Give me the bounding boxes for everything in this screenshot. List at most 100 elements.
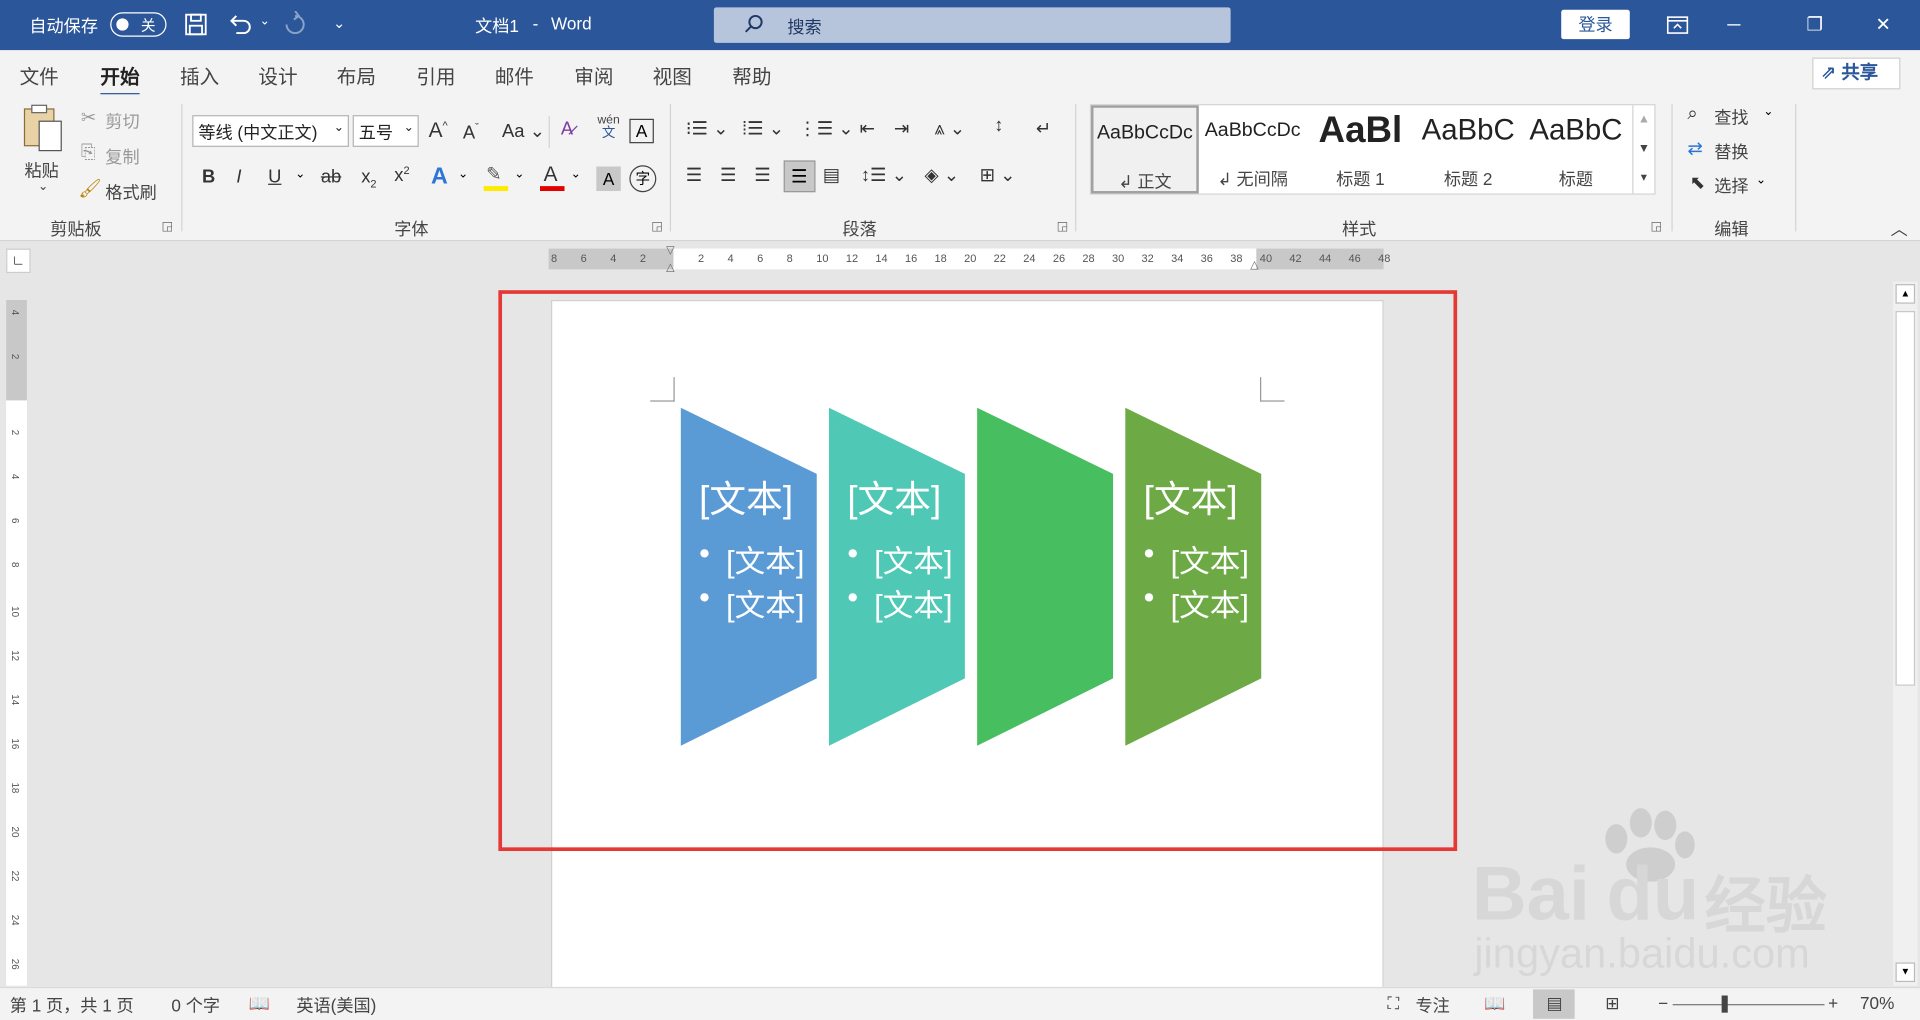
horizontal-ruler[interactable]: 8 6 4 2 2 4 6 8 10 12 14 16 18 20 22 24 26 28 30 32 34 36 38 40… bbox=[548, 244, 1390, 273]
word-count[interactable]: 0 个字 bbox=[171, 993, 220, 1017]
zoom-out-icon[interactable]: − bbox=[1658, 993, 1668, 1013]
line-spacing-icon[interactable]: ↕☰ ⌄ bbox=[861, 164, 907, 186]
more-styles-icon[interactable]: ▾ bbox=[1633, 164, 1654, 193]
justify-button[interactable]: ☰ bbox=[783, 160, 816, 193]
undo-icon[interactable] bbox=[227, 11, 254, 38]
sort-icon[interactable]: ↕ bbox=[994, 115, 1003, 136]
clear-formatting-icon[interactable]: A̷ bbox=[561, 119, 573, 140]
tab-design[interactable]: 设计 bbox=[258, 60, 297, 89]
chevron-down-icon[interactable]: ⌄ bbox=[571, 168, 581, 181]
language[interactable]: 英语(美国) bbox=[296, 993, 376, 1017]
vertical-scrollbar[interactable]: ▲ ▼ bbox=[1893, 281, 1918, 986]
minimize-icon[interactable]: ─ bbox=[1706, 0, 1762, 50]
scrollbar-thumb[interactable] bbox=[1895, 311, 1916, 686]
font-launcher-icon[interactable]: ◲ bbox=[651, 220, 663, 233]
zoom-level[interactable]: 70% bbox=[1860, 993, 1894, 1013]
chevron-down-icon[interactable]: ⌄ bbox=[1756, 174, 1766, 187]
style-item-no-spacing[interactable]: AaBbCcDc ↲ 无间隔 bbox=[1199, 105, 1307, 193]
zoom-slider-thumb[interactable] bbox=[1721, 995, 1728, 1013]
font-size-select[interactable]: 五号 ⌄ bbox=[352, 115, 419, 147]
replace-label[interactable]: 替换 bbox=[1714, 140, 1748, 164]
decrease-indent-icon[interactable]: ⇤ bbox=[860, 118, 875, 140]
vertical-ruler[interactable]: 4 2 2 4 6 8 10 12 14 16 18 20 22 24 26 bbox=[6, 300, 27, 986]
autosave-toggle[interactable]: 关 bbox=[110, 12, 167, 37]
subscript-icon[interactable]: x2 bbox=[361, 167, 376, 190]
chevron-down-icon[interactable]: ⌄ bbox=[458, 168, 468, 181]
tab-home[interactable]: 开始 bbox=[100, 60, 140, 97]
font-name-select[interactable]: 等线 (中文正文) ⌄ bbox=[192, 115, 349, 147]
character-shading-icon[interactable]: A bbox=[596, 166, 621, 192]
replace-icon[interactable]: ⇄ bbox=[1687, 137, 1702, 159]
scroll-up-icon[interactable]: ▲ bbox=[1633, 105, 1654, 134]
zoom-slider[interactable] bbox=[1672, 1004, 1825, 1006]
scroll-down-icon[interactable]: ▼ bbox=[1633, 135, 1654, 164]
highlight-icon[interactable]: ✎ bbox=[483, 163, 509, 192]
style-item-heading-2[interactable]: AaBbC 标题 2 bbox=[1414, 105, 1522, 193]
font-color-icon[interactable]: A bbox=[540, 163, 565, 192]
focus-label[interactable]: 专注 bbox=[1416, 993, 1450, 1017]
grow-font-icon[interactable]: A^ bbox=[429, 119, 448, 143]
close-icon[interactable]: ✕ bbox=[1855, 0, 1911, 50]
tab-mailings[interactable]: 邮件 bbox=[495, 60, 534, 89]
phonetic-guide-icon[interactable]: wén 文 bbox=[595, 114, 622, 148]
shading-icon[interactable]: ◈ ⌄ bbox=[924, 164, 959, 186]
format-painter-label[interactable]: 格式刷 bbox=[105, 180, 156, 204]
paragraph-launcher-icon[interactable]: ◲ bbox=[1057, 220, 1069, 233]
zoom-in-icon[interactable]: + bbox=[1828, 993, 1838, 1013]
paste-dropdown-icon[interactable]: ⌄ bbox=[38, 180, 48, 193]
tab-view[interactable]: 视图 bbox=[653, 60, 692, 89]
align-left-icon[interactable]: ☰ bbox=[686, 164, 702, 186]
right-indent-icon[interactable]: △ bbox=[1250, 258, 1258, 271]
select-label[interactable]: 选择 bbox=[1714, 174, 1748, 198]
ribbon-display-options-icon[interactable] bbox=[1649, 0, 1705, 50]
bullets-icon[interactable]: ⁝☰ ⌄ bbox=[686, 118, 729, 140]
distributed-icon[interactable]: ▤ bbox=[823, 164, 840, 186]
styles-launcher-icon[interactable]: ◲ bbox=[1651, 220, 1663, 233]
tab-review[interactable]: 审阅 bbox=[574, 60, 613, 89]
format-painter-icon[interactable]: 🖌 bbox=[78, 178, 101, 200]
chevron-down-icon[interactable]: ⌄ bbox=[295, 168, 305, 181]
clipboard-launcher-icon[interactable]: ◲ bbox=[162, 220, 174, 233]
undo-dropdown-icon[interactable]: ⌄ bbox=[260, 15, 270, 28]
find-icon[interactable]: ⌕ bbox=[1687, 103, 1697, 124]
character-border-icon[interactable]: A bbox=[629, 118, 654, 144]
text-effects-icon[interactable]: A bbox=[431, 164, 448, 191]
tab-file[interactable]: 文件 bbox=[20, 60, 59, 89]
superscript-icon[interactable]: x2 bbox=[394, 164, 409, 186]
align-right-icon[interactable]: ☰ bbox=[754, 164, 770, 186]
select-icon[interactable]: ⬉ bbox=[1690, 171, 1705, 194]
read-mode-icon[interactable]: 📖 bbox=[1484, 993, 1505, 1014]
web-layout-icon[interactable]: ⊞ bbox=[1605, 993, 1619, 1014]
collapse-ribbon-icon[interactable]: ︿ bbox=[1891, 217, 1908, 241]
tab-references[interactable]: 引用 bbox=[416, 60, 455, 89]
increase-indent-icon[interactable]: ⇥ bbox=[894, 118, 909, 140]
save-icon[interactable] bbox=[184, 12, 208, 36]
bold-icon[interactable]: B bbox=[202, 167, 215, 188]
tab-help[interactable]: 帮助 bbox=[732, 60, 771, 89]
chevron-down-icon[interactable]: ⌄ bbox=[514, 168, 524, 181]
paste-label[interactable]: 粘贴 bbox=[24, 158, 58, 182]
italic-icon[interactable]: I bbox=[236, 167, 241, 188]
login-button[interactable]: 登录 bbox=[1561, 9, 1630, 40]
style-item-heading-1[interactable]: AaBl 标题 1 bbox=[1307, 105, 1415, 193]
restore-icon[interactable]: ❐ bbox=[1787, 0, 1843, 50]
underline-icon[interactable]: U bbox=[268, 167, 281, 188]
tab-insert[interactable]: 插入 bbox=[180, 60, 219, 89]
search-box[interactable]: 搜索 bbox=[713, 7, 1231, 43]
scroll-up-icon[interactable]: ▲ bbox=[1895, 284, 1916, 304]
customize-toolbar-icon[interactable]: ⌄ bbox=[333, 15, 345, 32]
tab-layout[interactable]: 布局 bbox=[337, 60, 376, 89]
borders-icon[interactable]: ⊞ ⌄ bbox=[980, 164, 1016, 186]
change-case-icon[interactable]: Aa ⌄ bbox=[502, 120, 545, 142]
chevron-down-icon[interactable]: ⌄ bbox=[1763, 105, 1773, 118]
proofing-icon[interactable]: 📖 bbox=[249, 993, 270, 1014]
page-info[interactable]: 第 1 页，共 1 页 bbox=[10, 993, 134, 1017]
first-line-indent-icon[interactable]: ▽ bbox=[666, 244, 674, 257]
hanging-indent-icon[interactable]: △ bbox=[666, 261, 674, 274]
align-center-icon[interactable]: ☰ bbox=[720, 164, 736, 186]
shrink-font-icon[interactable]: Aˇ bbox=[463, 121, 479, 143]
tab-stop-selector[interactable]: ∟ bbox=[6, 248, 31, 274]
enclose-characters-icon[interactable]: 字 bbox=[629, 165, 657, 193]
numbering-icon[interactable]: ⁞☰ ⌄ bbox=[742, 118, 784, 140]
focus-icon[interactable]: ⛶ bbox=[1387, 993, 1399, 1014]
